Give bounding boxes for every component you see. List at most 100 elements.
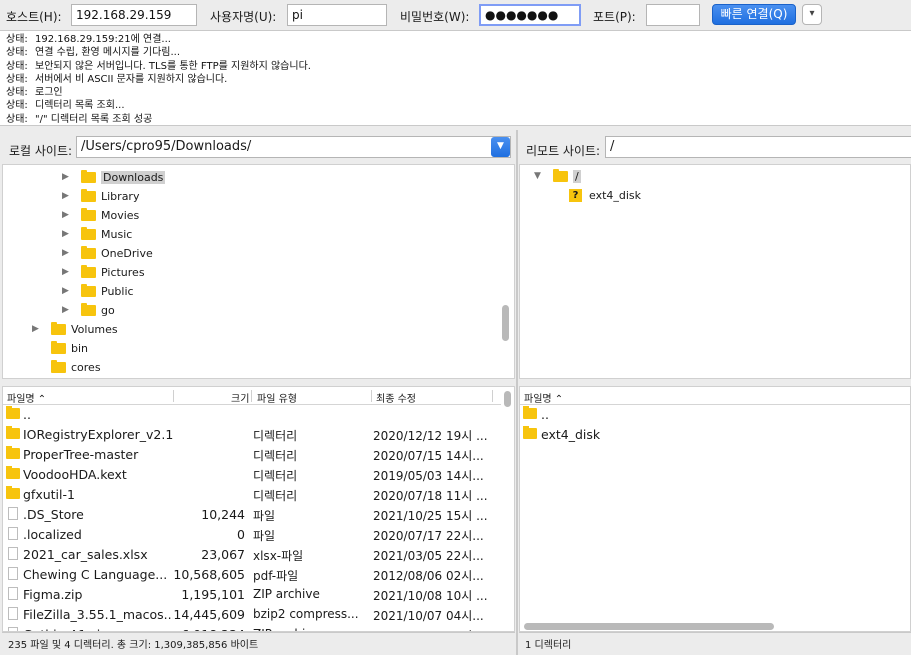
chevron-right-icon[interactable]: ▶ (62, 210, 69, 220)
tree-item-label: bin (71, 342, 89, 355)
tree-item[interactable]: ? ext4_disk (520, 187, 900, 206)
chevron-right-icon[interactable]: ▶ (62, 305, 69, 315)
tree-item[interactable]: ▼ / (520, 168, 900, 187)
file-row[interactable]: VoodooHDA.kext 디렉터리 2019/05/03 14시... (3, 464, 501, 484)
file-row[interactable]: .. (3, 404, 501, 424)
local-list-scrollbar[interactable] (504, 391, 511, 407)
file-row[interactable]: FileZilla_3.55.1_macos... 14,445,609 bzip2… (3, 604, 501, 624)
file-row[interactable]: Figma.zip 1,195,101 ZIP archive 2021/10/08 … (3, 584, 501, 604)
tree-item[interactable]: ▶ Pictures (3, 264, 498, 283)
column-header-modified[interactable]: 최종 수정 (376, 390, 416, 405)
pane-divider[interactable] (516, 130, 518, 655)
password-input[interactable] (479, 4, 581, 26)
tree-item[interactable]: ▶ Downloads (3, 169, 498, 188)
file-modified: 2019/05/03 14시... (373, 469, 484, 483)
file-row[interactable]: Gothic_A1.zip6,918,234ZIP archive2021/10… (3, 624, 501, 631)
tree-item-label: / (573, 170, 581, 183)
tree-item-label: Library (101, 190, 140, 203)
local-list-header: 파일명 ⌃ 크기 파일 유형 최종 수정 (3, 387, 501, 405)
file-modified: 2020/07/17 22시... (373, 529, 484, 543)
tree-item-label: Public (101, 285, 134, 298)
folder-icon (523, 426, 537, 439)
chevron-down-icon[interactable]: ▼ (534, 171, 541, 181)
file-row[interactable]: .DS_Store 10,244 파일 2021/10/25 15시 ... (3, 504, 501, 524)
chevron-right-icon[interactable]: ▶ (62, 286, 69, 296)
chevron-right-icon[interactable]: ▶ (62, 172, 69, 182)
tree-item[interactable]: ▶ Public (3, 283, 498, 302)
tree-item[interactable]: cores (3, 359, 498, 378)
file-type: 파일 (253, 509, 276, 523)
unknown-icon: ? (569, 189, 582, 202)
chevron-right-icon[interactable]: ▶ (62, 248, 69, 258)
tree-item-label: Pictures (101, 266, 145, 279)
column-header-name[interactable]: 파일명 ⌃ (524, 390, 563, 405)
log-message: 서버에서 비 ASCII 문자를 지원하지 않습니다. (35, 73, 228, 85)
file-name: Figma.zip (23, 587, 83, 602)
tree-item[interactable]: ▶ Volumes (3, 321, 498, 340)
file-name: IORegistryExplorer_v2.1 (23, 427, 173, 442)
remote-file-list[interactable]: 파일명 ⌃ .. ext4_disk (519, 386, 911, 632)
column-header-name[interactable]: 파일명 ⌃ (7, 390, 46, 405)
remote-list-header: 파일명 ⌃ (520, 387, 910, 405)
local-tree-scrollbar[interactable] (502, 305, 509, 341)
tree-item[interactable]: bin (3, 340, 498, 359)
file-type: 파일 (253, 529, 276, 543)
log-message: 로그인 (35, 87, 63, 99)
file-name: VoodooHDA.kext (23, 467, 127, 482)
file-row[interactable]: ProperTree-master 디렉터리 2020/07/15 14시... (3, 444, 501, 464)
file-row[interactable]: .. (520, 404, 910, 424)
remote-status-bar: 1 디렉터리 (519, 632, 911, 651)
tree-item[interactable]: ▶ Music (3, 226, 498, 245)
remote-site-bar: 리모트 사이트: / (519, 130, 911, 164)
local-site-label: 로컬 사이트: (9, 144, 73, 158)
quickconnect-button[interactable]: 빠른 연결(Q) (712, 4, 796, 25)
host-input[interactable] (71, 4, 197, 26)
file-type: ZIP archive (253, 587, 320, 601)
file-row[interactable]: .localized 0 파일 2020/07/17 22시... (3, 524, 501, 544)
tree-item-label: cores (71, 361, 101, 374)
remote-path-input[interactable]: / (605, 136, 911, 158)
folder-icon (523, 406, 537, 419)
chevron-right-icon[interactable]: ▶ (62, 267, 69, 277)
file-row[interactable]: gfxutil-1 디렉터리 2020/07/18 11시 ... (3, 484, 501, 504)
log-status-label: 상태: (6, 73, 28, 85)
log-line: 상태: "/" 디렉터리 목록 조회 성공 (6, 113, 905, 126)
chevron-down-icon[interactable]: ▼ (491, 137, 510, 157)
file-row[interactable]: Chewing C Language... 10,568,605 pdf-파일 201… (3, 564, 501, 584)
file-row[interactable]: IORegistryExplorer_v2.1 디렉터리 2020/12/12 19… (3, 424, 501, 444)
chevron-right-icon[interactable]: ▶ (62, 191, 69, 201)
file-row[interactable]: ext4_disk (520, 424, 910, 444)
log-message: 192.168.29.159:21에 연결... (35, 34, 171, 45)
file-row[interactable]: 2021_car_sales.xlsx 23,067 xlsx-파일 2021/03/… (3, 544, 501, 564)
file-name: ext4_disk (541, 427, 601, 442)
folder-icon (81, 227, 96, 240)
local-path-input[interactable]: /Users/cpro95/Downloads/ (76, 136, 511, 158)
tree-item[interactable]: ▶ OneDrive (3, 245, 498, 264)
local-directory-tree[interactable]: ▶ Downloads ▶ Library ▶ Movies ▶ Music ▶ OneDrive… (2, 164, 515, 379)
username-input[interactable] (287, 4, 387, 26)
chevron-down-icon[interactable]: ▾ (802, 4, 822, 25)
tree-item[interactable]: ▶ go (3, 302, 498, 321)
log-status-label: 상태: (6, 87, 28, 99)
port-input[interactable] (646, 4, 700, 26)
file-modified: 2020/07/15 14시... (373, 449, 484, 463)
remote-directory-tree[interactable]: ▼ /? ext4_disk (519, 164, 911, 379)
folder-icon (6, 406, 20, 419)
file-size: 1,195,101 (181, 587, 245, 602)
chevron-right-icon[interactable]: ▶ (62, 229, 69, 239)
local-file-list[interactable]: 파일명 ⌃ 크기 파일 유형 최종 수정 .. IORegistryExplore… (2, 386, 515, 632)
file-size: 0 (237, 527, 245, 542)
file-modified: 2020/12/12 19시 ... (373, 429, 488, 443)
file-icon (8, 507, 18, 520)
remote-list-hscrollbar[interactable] (524, 623, 774, 630)
folder-icon (81, 170, 96, 183)
file-name: FileZilla_3.55.1_macos... (23, 607, 173, 622)
file-type: 디렉터리 (253, 469, 298, 483)
tree-item[interactable]: ▶ Movies (3, 207, 498, 226)
column-header-type[interactable]: 파일 유형 (257, 390, 297, 405)
file-modified: 2012/08/06 02시... (373, 569, 484, 583)
local-site-bar: 로컬 사이트: /Users/cpro95/Downloads/ ▼ (0, 130, 515, 164)
chevron-right-icon[interactable]: ▶ (32, 324, 39, 334)
tree-item[interactable]: ▶ Library (3, 188, 498, 207)
column-header-size[interactable]: 크기 (231, 390, 249, 405)
